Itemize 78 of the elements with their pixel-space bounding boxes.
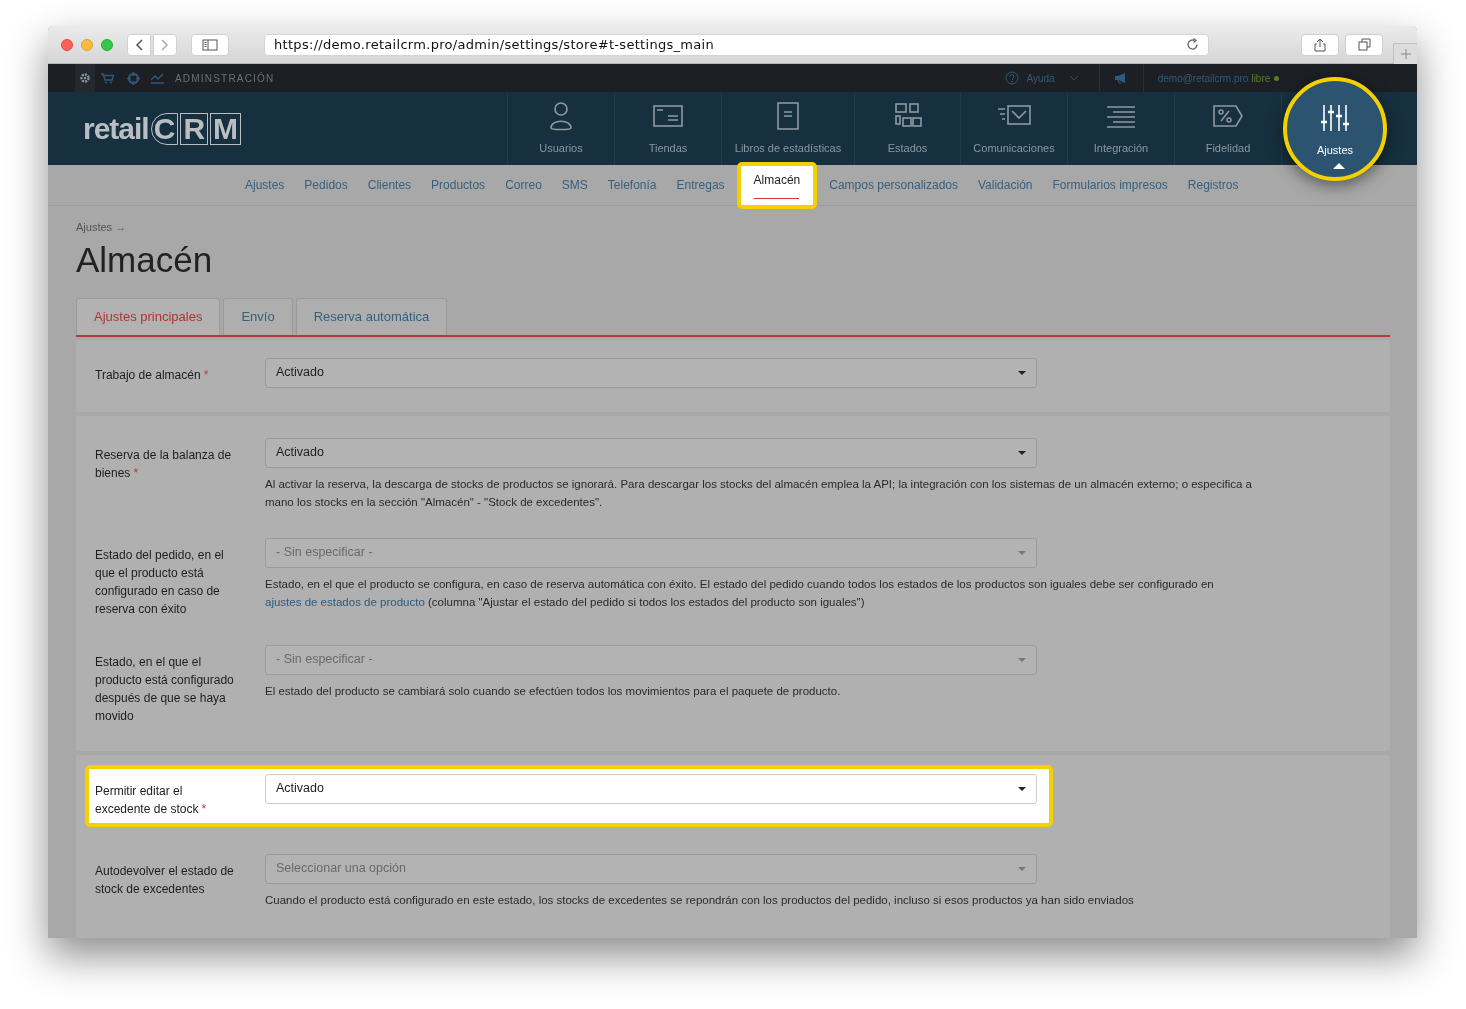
nav-item[interactable]: Integración	[1068, 92, 1174, 165]
field-label: Reserva de la balanza de bienes *	[95, 446, 233, 482]
nav-item[interactable]: Comunicaciones	[961, 92, 1067, 165]
select-field[interactable]: - Sin especificar -	[265, 644, 1037, 675]
tabs-button[interactable]	[1345, 33, 1383, 56]
reload-icon[interactable]	[1186, 38, 1199, 51]
chevron-left-icon	[135, 38, 143, 51]
crosshair-icon[interactable]	[127, 71, 140, 85]
help-icon[interactable]	[1004, 71, 1019, 85]
logo-letter: M	[210, 112, 242, 145]
new-tab-button[interactable]	[1393, 42, 1417, 65]
caret-icon	[1018, 786, 1026, 791]
tab[interactable]: Envío	[223, 297, 293, 335]
select-field[interactable]: Activado	[265, 773, 1037, 804]
caret-icon	[1018, 370, 1026, 375]
caret-icon	[1018, 866, 1026, 871]
pointer-icon	[1333, 162, 1345, 169]
nav-item[interactable]: Libros de estadísticas	[722, 92, 854, 165]
tab[interactable]: Reserva automática	[295, 297, 448, 335]
back-button[interactable]	[127, 33, 151, 56]
forward-button[interactable]	[153, 33, 177, 56]
tabs-icon	[1357, 38, 1371, 51]
subnav-tab[interactable]: SMS	[551, 170, 598, 200]
tab[interactable]: Ajustes principales	[76, 297, 221, 335]
share-button[interactable]	[1301, 33, 1339, 56]
select-field[interactable]: Activado	[265, 357, 1037, 388]
url-field[interactable]: https://demo.retailcrm.pro/admin/settings/store#t-settings_main	[264, 33, 1209, 56]
field-label: Estado del pedido, en el que el producto está configurado en caso de reserva con éxito	[95, 546, 225, 618]
subnav-tab[interactable]: Pedidos	[294, 170, 358, 200]
logo-letter: R	[180, 112, 209, 145]
subnav-tab[interactable]: Almacén	[736, 161, 818, 209]
subnav-tab[interactable]: Campos personalizados	[819, 170, 968, 200]
select-field[interactable]: Activado	[265, 437, 1037, 468]
hint-link[interactable]: ajustes de estados de producto	[265, 595, 425, 608]
field-hint: Al activar la reserva, la descarga de stocks de productos se ignorará. Para descargar los stocks del almacén emplea la API; la integración con los sistemas de un almacén externo; o especifica a mano los stocks en la sección "Almacén" - "Stock de excedentes".	[265, 476, 1253, 510]
nav-item[interactable]: Estados	[855, 92, 960, 165]
settings-icon[interactable]	[75, 64, 95, 92]
subnav-tab[interactable]: Validación	[968, 170, 1043, 200]
caret-icon	[1018, 450, 1026, 455]
subnav-tab[interactable]: Correo	[495, 170, 552, 200]
share-icon	[1314, 37, 1326, 52]
field-hint: Estado, en el que el producto se configura, en caso de reserva automática con éxito. El estado del pedido cuando todos los estados de los productos son iguales debe ser configurado en ajustes de estados de producto (columna "Ajustar el estado del pedido si todos los estados del producto son iguales")	[265, 576, 1215, 610]
chevron-down-icon[interactable]	[1068, 75, 1079, 81]
page-title: Almacén	[76, 239, 213, 280]
cart-icon[interactable]	[101, 72, 114, 84]
subnav-tab[interactable]: Registros	[1177, 170, 1249, 200]
field-label: Trabajo de almacén *	[95, 366, 210, 384]
field-hint: El estado del producto se cambiará solo cuando se efectúen todos los movimientos para el paquete de producto.	[265, 683, 842, 699]
subnav-tab[interactable]: Formularios impresos	[1042, 170, 1178, 200]
caret-icon	[1018, 550, 1026, 555]
nav-item[interactable]: Ajustes	[1283, 76, 1387, 181]
field-label: Autodevolver el estado de stock de excedentes	[95, 862, 235, 898]
logo-wordmark[interactable]: retail	[83, 113, 149, 144]
section-label: ADMINSTRACIÓN	[175, 71, 275, 86]
nav-item[interactable]: Tiendas	[615, 92, 721, 165]
field-hint: Cuando el producto está configurado en este estado, los stocks de excedentes se repondrán con los productos del pedido, incluso si esos productos ya han sido enviados	[265, 892, 1135, 908]
url-text: https://demo.retailcrm.pro/admin/settings/store#t-settings_main	[274, 35, 715, 54]
subnav-tab[interactable]: Productos	[421, 170, 496, 200]
field-label: Estado, en el que el producto está configurado después de que se haya movido	[95, 653, 235, 725]
subnav-tab[interactable]: Clientes	[357, 170, 422, 200]
sidebar-icon	[202, 38, 218, 51]
select-field[interactable]: - Sin especificar -	[265, 537, 1037, 568]
caret-icon	[1018, 657, 1026, 662]
sidebar-button[interactable]	[191, 33, 229, 56]
chart-icon[interactable]	[151, 72, 164, 84]
subnav-tab[interactable]: Telefonía	[597, 170, 667, 200]
subnav-tab[interactable]: Entregas	[666, 170, 735, 200]
nav-item[interactable]: Fidelidad	[1175, 92, 1281, 165]
user-email[interactable]: demo@retailcrm.pro	[1157, 70, 1249, 86]
field-label: Permitir editar el excedente de stock *	[95, 782, 208, 818]
breadcrumb-link[interactable]: Ajustes →	[76, 219, 127, 236]
subnav-tab[interactable]: Ajustes	[235, 170, 295, 200]
plan-label: libre	[1251, 71, 1271, 86]
nav-item[interactable]: Usuarios	[508, 92, 614, 165]
help-link[interactable]: Ayuda	[1026, 70, 1055, 86]
chevron-right-icon	[161, 38, 169, 51]
select-field[interactable]: Seleccionar una opción	[265, 853, 1037, 884]
plus-icon	[1399, 48, 1412, 60]
